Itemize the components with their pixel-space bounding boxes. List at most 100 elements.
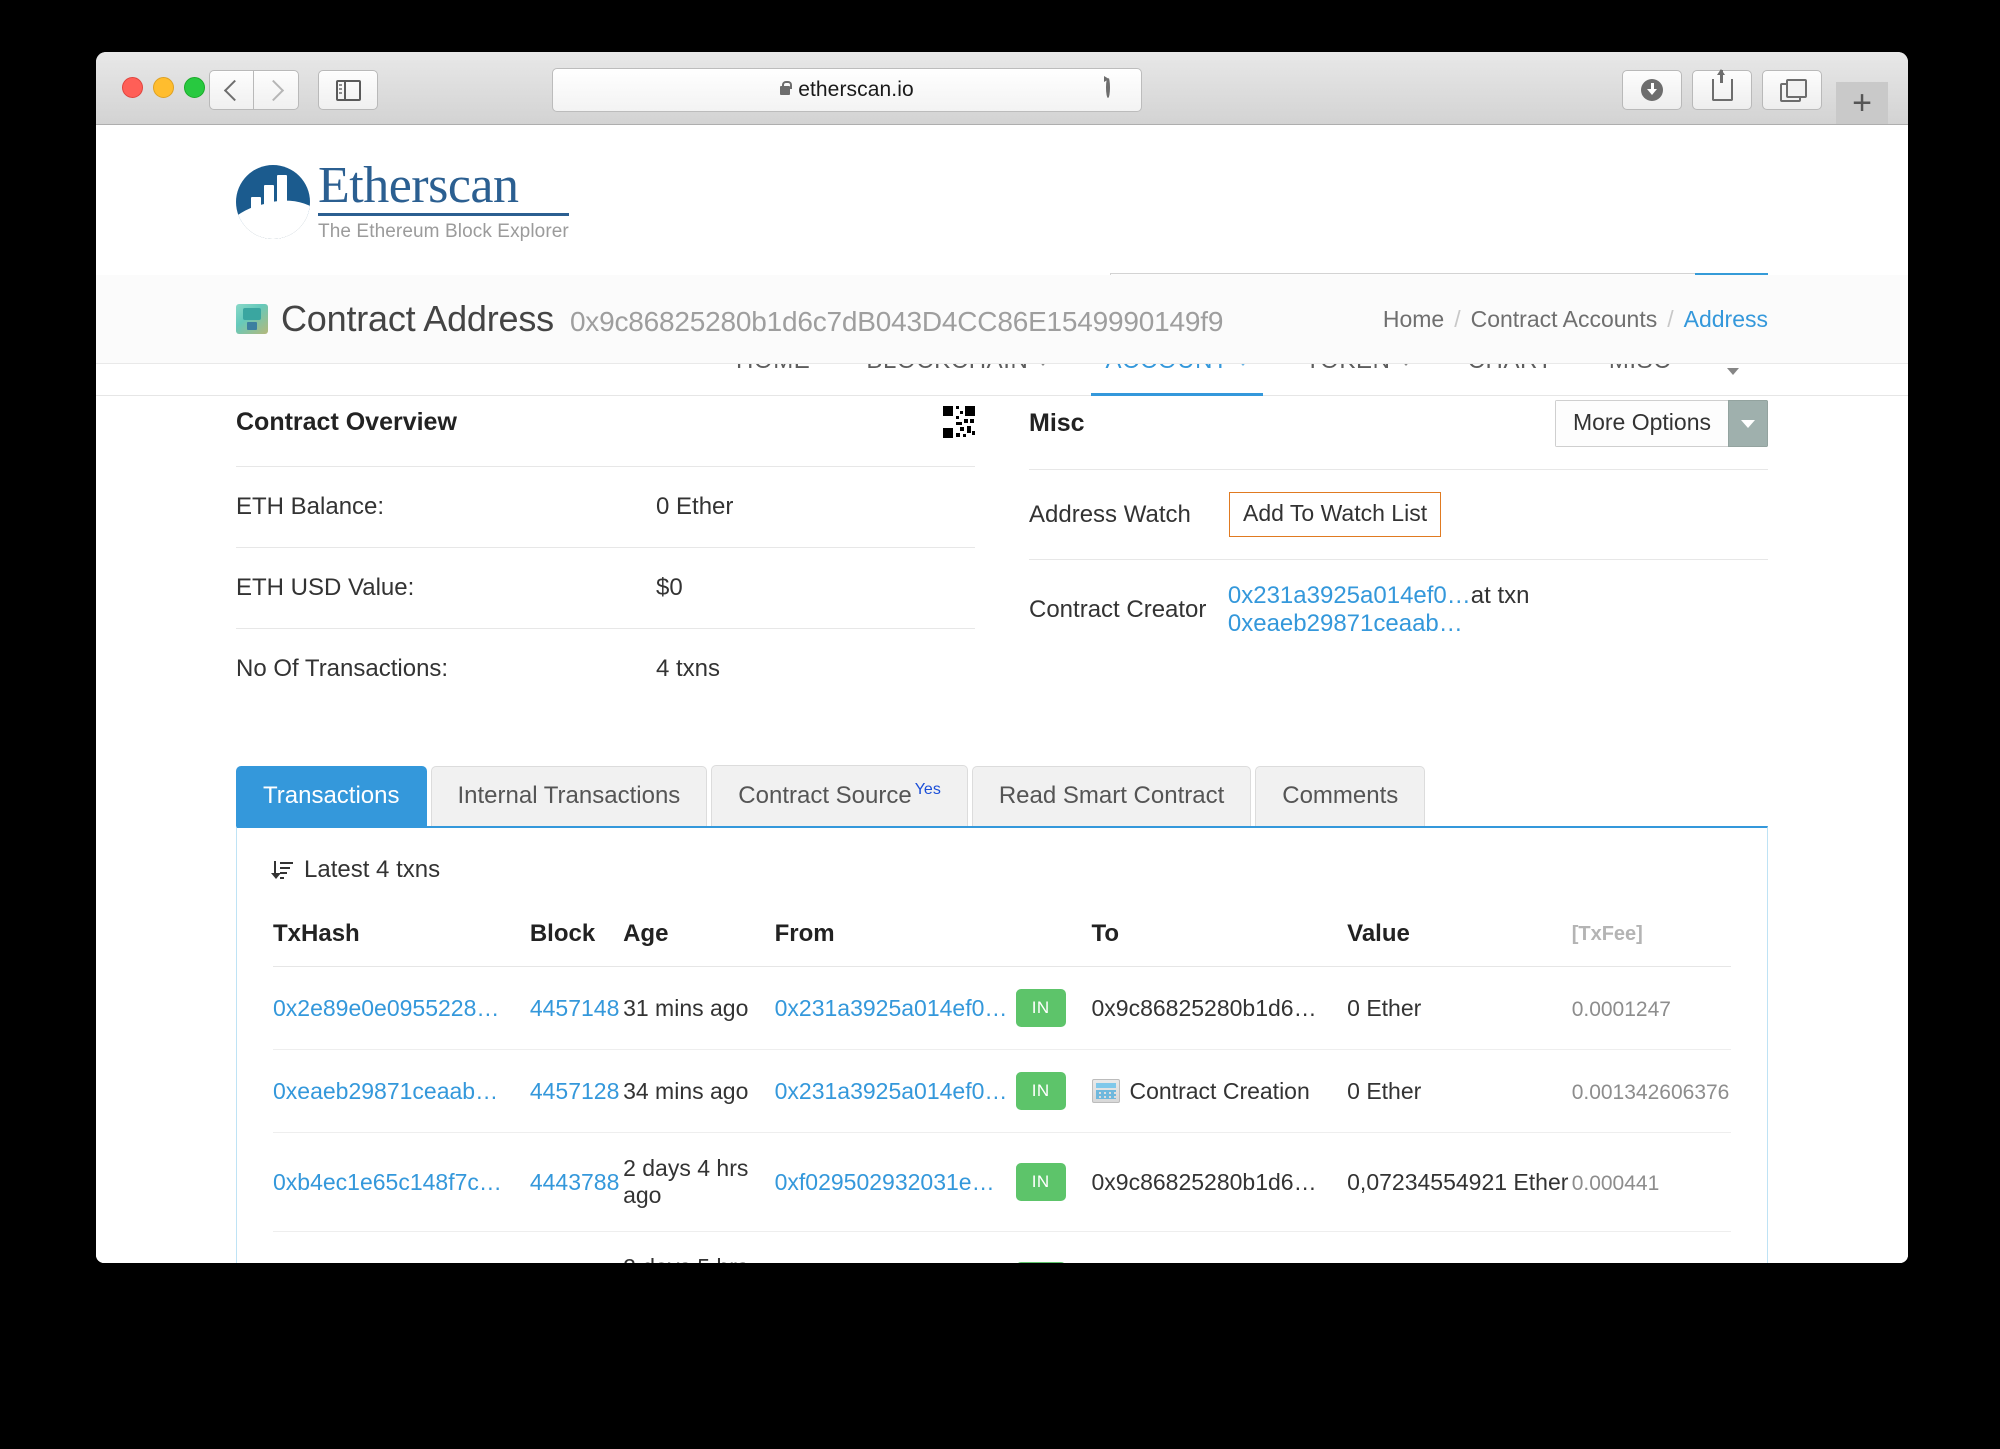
breadcrumb-separator: / bbox=[1454, 306, 1460, 333]
latest-txns-label: Latest 4 txns bbox=[304, 856, 440, 884]
block-link[interactable]: 4457148 bbox=[530, 995, 620, 1021]
column-header-from[interactable]: From bbox=[775, 920, 1016, 967]
page-title-band: Contract Address 0x9c86825280b1d6c7dB043… bbox=[96, 275, 1908, 364]
tab-internal-transactions[interactable]: Internal Transactions bbox=[431, 766, 708, 826]
tab-comments[interactable]: Comments bbox=[1255, 766, 1425, 826]
logo-wordmark: Etherscan bbox=[318, 161, 569, 216]
reload-icon bbox=[1106, 77, 1110, 98]
lock-icon bbox=[780, 86, 790, 95]
table-row: 0xb4ec1e65c148f7c… 4443788 2 days 4 hrs … bbox=[273, 1133, 1731, 1232]
eth-usd-value-label: ETH USD Value: bbox=[236, 574, 656, 602]
tab-bar: Transactions Internal Transactions Contr… bbox=[96, 709, 1908, 826]
tab-overview-icon bbox=[1780, 83, 1801, 102]
chevron-down-icon bbox=[1727, 368, 1739, 375]
breadcrumb-home[interactable]: Home bbox=[1383, 306, 1444, 333]
txhash-link[interactable]: 0xeaeb29871ceaab… bbox=[273, 1078, 498, 1104]
more-options-dropdown[interactable]: More Options bbox=[1555, 400, 1768, 447]
site-header: Etherscan The Ethereum Block Explorer LO… bbox=[96, 125, 1908, 275]
direction-badge: IN bbox=[1016, 1072, 1066, 1110]
sidebar-toggle-button[interactable] bbox=[318, 70, 378, 110]
column-header-to[interactable]: To bbox=[1092, 920, 1348, 967]
transactions-table: TxHash Block Age From To Value [TxFee] 0… bbox=[273, 920, 1731, 1263]
close-window-button[interactable] bbox=[122, 77, 143, 98]
age-value: 31 mins ago bbox=[623, 995, 748, 1021]
at-txn-label: at txn bbox=[1471, 582, 1530, 609]
column-header-txfee[interactable]: [TxFee] bbox=[1572, 920, 1731, 967]
tab-label-read-smart-contract: Read Smart Contract bbox=[999, 782, 1224, 809]
tab-label-transactions: Transactions bbox=[263, 782, 400, 809]
contract-creator-value: 0x231a3925a014ef0…at txn 0xeaeb29871ceaa… bbox=[1228, 582, 1768, 638]
creator-address-link[interactable]: 0x231a3925a014ef0… bbox=[1228, 582, 1471, 609]
block-link[interactable]: 4443788 bbox=[530, 1169, 620, 1195]
column-header-age[interactable]: Age bbox=[623, 920, 775, 967]
from-address-link[interactable]: 0x231a3925a014ef0… bbox=[775, 1078, 1008, 1104]
minimize-window-button[interactable] bbox=[153, 77, 174, 98]
new-tab-button[interactable]: + bbox=[1836, 82, 1888, 124]
breadcrumb: Home / Contract Accounts / Address bbox=[1383, 306, 1768, 333]
etherscan-logo[interactable]: Etherscan The Ethereum Block Explorer bbox=[236, 161, 569, 243]
transactions-panel: Latest 4 txns TxHash Block Age From To V… bbox=[236, 826, 1768, 1263]
txhash-link[interactable]: 0xb4ec1e65c148f7c… bbox=[273, 1169, 502, 1195]
age-value: 34 mins ago bbox=[623, 1078, 748, 1104]
qr-code-icon[interactable] bbox=[943, 406, 975, 438]
no-of-transactions-label: No Of Transactions: bbox=[236, 655, 656, 683]
value-amount: 0 Ether bbox=[1347, 1078, 1421, 1104]
column-header-value[interactable]: Value bbox=[1347, 920, 1572, 967]
direction-badge: IN bbox=[1016, 989, 1066, 1027]
sidebar-icon bbox=[336, 80, 361, 101]
download-icon bbox=[1641, 79, 1663, 101]
to-address-value: 0x9c86825280b1d6… bbox=[1092, 995, 1317, 1021]
share-button[interactable] bbox=[1692, 70, 1752, 110]
latest-txns-label-group: Latest 4 txns bbox=[273, 856, 1731, 884]
block-link[interactable]: 4457128 bbox=[530, 1078, 620, 1104]
table-row: 0xeaeb29871ceaab… 4457128 34 mins ago 0x… bbox=[273, 1050, 1731, 1133]
forward-button[interactable] bbox=[253, 70, 299, 110]
downloads-button[interactable] bbox=[1622, 70, 1682, 110]
tab-contract-source[interactable]: Contract SourceYes bbox=[711, 765, 968, 826]
reload-button[interactable] bbox=[1103, 79, 1127, 103]
window-controls bbox=[122, 77, 205, 98]
from-address-link[interactable]: 0xf029502932031e… bbox=[775, 1169, 995, 1195]
column-header-block[interactable]: Block bbox=[530, 920, 623, 967]
from-address-link[interactable]: 0x231a3925a014ef0… bbox=[775, 995, 1008, 1021]
to-address-value: 0x9c86825280b1d6… bbox=[1092, 1169, 1317, 1195]
table-header-row: TxHash Block Age From To Value [TxFee] bbox=[273, 920, 1731, 967]
chevron-down-icon bbox=[1741, 420, 1755, 428]
tab-transactions[interactable]: Transactions bbox=[236, 766, 427, 826]
contract-address-icon bbox=[236, 304, 268, 334]
value-amount: 0 Ether bbox=[1347, 995, 1421, 1021]
contract-source-badge: Yes bbox=[915, 781, 941, 798]
tab-read-smart-contract[interactable]: Read Smart Contract bbox=[972, 766, 1251, 826]
breadcrumb-contract-accounts[interactable]: Contract Accounts bbox=[1471, 306, 1658, 333]
panel-toolbar: Latest 4 txns bbox=[237, 828, 1767, 884]
show-tabs-button[interactable] bbox=[1762, 70, 1822, 110]
etherscan-logo-mark-icon bbox=[236, 165, 310, 239]
sort-descending-icon[interactable] bbox=[273, 860, 294, 881]
txfee-value: 0.000441 bbox=[1572, 1172, 1660, 1195]
age-value: 2 days 4 hrs ago bbox=[623, 1155, 748, 1208]
column-header-txhash[interactable]: TxHash bbox=[273, 920, 530, 967]
direction-badge: IN bbox=[1016, 1262, 1066, 1263]
add-to-watch-list-button[interactable]: Add To Watch List bbox=[1229, 492, 1441, 537]
eth-balance-label: ETH Balance: bbox=[236, 493, 656, 521]
address-bar[interactable]: etherscan.io bbox=[552, 68, 1142, 112]
breadcrumb-address[interactable]: Address bbox=[1684, 306, 1768, 333]
contract-overview-title: Contract Overview bbox=[236, 408, 457, 437]
overview-row-eth-usd-value: ETH USD Value: $0 bbox=[236, 548, 975, 629]
eth-balance-value: 0 Ether bbox=[656, 493, 733, 521]
address-bar-url: etherscan.io bbox=[798, 78, 914, 102]
tab-label-internal-transactions: Internal Transactions bbox=[458, 782, 681, 809]
txfee-value: 0.0001247 bbox=[1572, 998, 1671, 1021]
misc-header: Misc More Options bbox=[1029, 400, 1768, 470]
overview-row-no-of-transactions: No Of Transactions: 4 txns bbox=[236, 629, 975, 709]
more-options-caret-button[interactable] bbox=[1728, 400, 1768, 447]
creation-txhash-link[interactable]: 0xeaeb29871ceaab… bbox=[1228, 610, 1463, 637]
breadcrumb-separator: / bbox=[1667, 306, 1673, 333]
page-title-group: Contract Address 0x9c86825280b1d6c7dB043… bbox=[96, 298, 1223, 340]
back-button[interactable] bbox=[209, 70, 254, 110]
maximize-window-button[interactable] bbox=[184, 77, 205, 98]
txhash-link[interactable]: 0x2e89e0e0955228… bbox=[273, 995, 499, 1021]
misc-row-address-watch: Address Watch Add To Watch List bbox=[1029, 470, 1768, 560]
eth-usd-value-value: $0 bbox=[656, 574, 683, 602]
nav-more-menu-button[interactable] bbox=[1727, 365, 1739, 395]
